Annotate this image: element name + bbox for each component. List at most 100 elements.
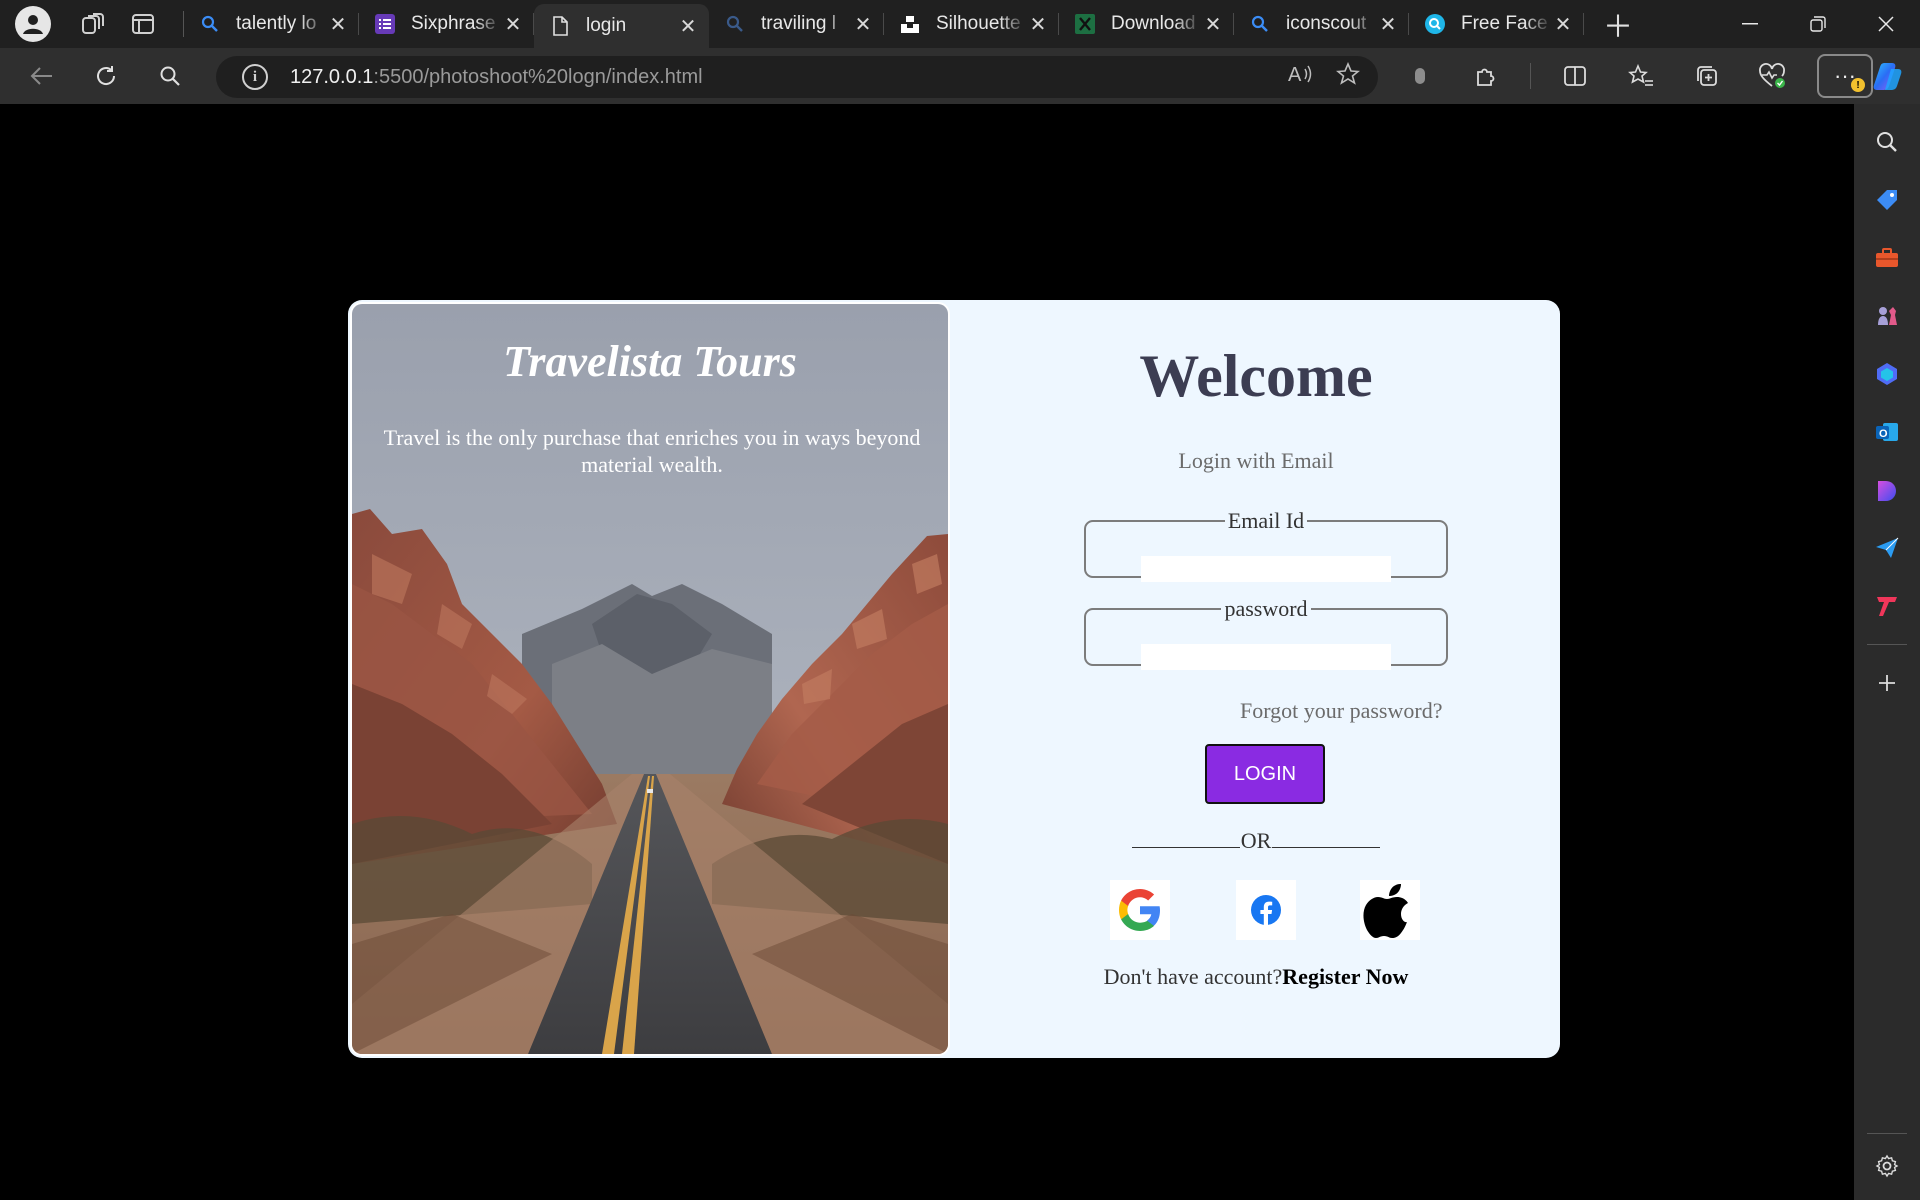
sidebar-games-button[interactable] [1867,296,1907,336]
plus-icon: ＋ [1603,11,1633,44]
workspaces-icon [82,13,104,34]
close-icon [1878,16,1894,32]
email-input[interactable] [1141,556,1391,582]
sidebar-divider [1867,1133,1907,1134]
minimize-button[interactable] [1716,0,1784,48]
restore-button[interactable] [1784,0,1852,48]
or-divider: OR [952,828,1560,854]
tab-actions-button[interactable] [123,4,163,44]
browser-tab[interactable]: Silhouette ✕ [884,0,1059,48]
new-tab-button[interactable]: ＋ [1594,0,1642,48]
url-path: :5500/photoshoot%20logn/index.html [373,65,703,88]
sidebar-shopping-button[interactable] [1867,180,1907,220]
profile-avatar[interactable] [15,6,51,42]
hero-image-panel: Travelista Tours Travel is the only purc… [350,302,950,1056]
google-login-button[interactable] [1110,880,1170,940]
collections-button[interactable] [1685,54,1729,98]
restore-icon [1810,16,1826,32]
welcome-heading: Welcome [1139,343,1373,409]
svg-text:A: A [1288,64,1302,85]
login-button[interactable]: LOGIN [1205,744,1325,804]
browser-essentials-button[interactable] [1751,54,1795,98]
browser-tab[interactable]: traviling l ✕ [709,0,884,48]
tab-close-icon[interactable]: ✕ [502,13,524,36]
copilot-button[interactable] [1866,54,1910,98]
sidebar-settings-button[interactable] [1867,1146,1907,1186]
browser-tab[interactable]: talently lo ✕ [184,0,359,48]
browser-toolbar: i 127.0.0.1:5500/photoshoot%20logn/index… [0,48,1920,104]
read-aloud-icon[interactable]: A [1288,63,1314,91]
tab-close-icon[interactable]: ✕ [327,13,349,36]
forgot-password-link[interactable]: Forgot your password? [1240,698,1442,724]
settings-and-more-button[interactable]: ···! [1817,54,1873,98]
password-fieldset: password [1084,596,1448,670]
svg-text:O: O [1879,428,1888,440]
copilot-icon [1873,63,1902,90]
refresh-button[interactable] [84,54,128,98]
back-arrow-icon [30,67,52,85]
browser-tab[interactable]: Download ✕ [1059,0,1234,48]
browser-tab-active[interactable]: login ✕ [534,4,709,48]
t-logo-icon [1877,597,1897,616]
browser-tab[interactable]: Sixphrase ✕ [359,0,534,48]
password-input[interactable] [1141,644,1391,670]
tab-close-icon[interactable]: ✕ [1552,13,1574,36]
sidebar-send-button[interactable] [1867,528,1907,568]
divider-line [1272,847,1381,848]
split-screen-button[interactable] [1553,54,1597,98]
search-icon [725,14,745,34]
back-button[interactable] [20,54,64,98]
favorites-list-icon [1628,64,1653,86]
person-icon [23,15,43,34]
tab-close-icon[interactable]: ✕ [1202,13,1224,36]
sidebar-tools-button[interactable] [1867,238,1907,278]
tab-close-icon[interactable]: ✕ [852,13,874,36]
puzzle-icon [1477,68,1495,86]
search-icon [200,14,220,34]
tab-close-icon[interactable]: ✕ [1377,13,1399,36]
gear-icon [1875,1154,1899,1178]
facebook-login-button[interactable] [1236,880,1296,940]
split-screen-icon [1564,66,1586,86]
tab-close-icon[interactable]: ✕ [1027,13,1049,36]
site-info-icon[interactable]: i [242,64,268,90]
desert-road-image [352,304,948,1054]
sidebar-extension-app-button[interactable] [1867,586,1907,626]
office-icon [1877,363,1897,385]
sidebar-outlook-button[interactable]: O [1867,412,1907,452]
login-form-panel: Welcome Login with Email Email Id passwo… [952,300,1560,1058]
sidebar-designer-button[interactable] [1867,470,1907,510]
url-host: 127.0.0.1 [290,65,374,88]
sidebar-search-button[interactable] [1867,122,1907,162]
favorite-star-icon[interactable] [1335,61,1361,92]
search-button[interactable] [148,54,192,98]
sidebar-add-button[interactable] [1867,663,1907,703]
tab-title: Silhouette [936,13,1021,34]
apple-login-button[interactable] [1360,880,1420,940]
sidebar-divider [1867,644,1907,645]
tab-title: Download [1111,13,1196,34]
search-icon [1877,132,1897,152]
extensions-button[interactable] [1464,54,1508,98]
designer-icon [1878,481,1896,501]
workspaces-button[interactable] [73,4,113,44]
close-window-button[interactable] [1852,0,1920,48]
sidebar-microsoft365-button[interactable] [1867,354,1907,394]
browser-tab[interactable]: Free Face ✕ [1409,0,1584,48]
favorites-button[interactable] [1619,54,1663,98]
unsplash-icon [900,14,920,34]
face-search-icon [1425,14,1445,34]
browser-tab[interactable]: iconscout ✕ [1234,0,1409,48]
url-text[interactable]: 127.0.0.1:5500/photoshoot%20logn/index.h… [290,66,703,89]
facebook-icon [1251,895,1281,925]
extension-button[interactable] [1398,54,1442,98]
address-bar-actions: A [1288,56,1361,98]
tab-close-icon[interactable]: ✕ [677,15,699,38]
page-viewport: Travelista Tours Travel is the only purc… [6,104,1854,1196]
register-now-link[interactable]: Register Now [1282,964,1408,989]
register-prompt-text: Don't have account? [1103,964,1283,989]
brand-title: Travelista Tours [503,337,797,386]
tab-title: talently lo [236,13,317,34]
divider-line [1131,847,1240,848]
address-bar[interactable]: i 127.0.0.1:5500/photoshoot%20logn/index… [216,56,1378,98]
